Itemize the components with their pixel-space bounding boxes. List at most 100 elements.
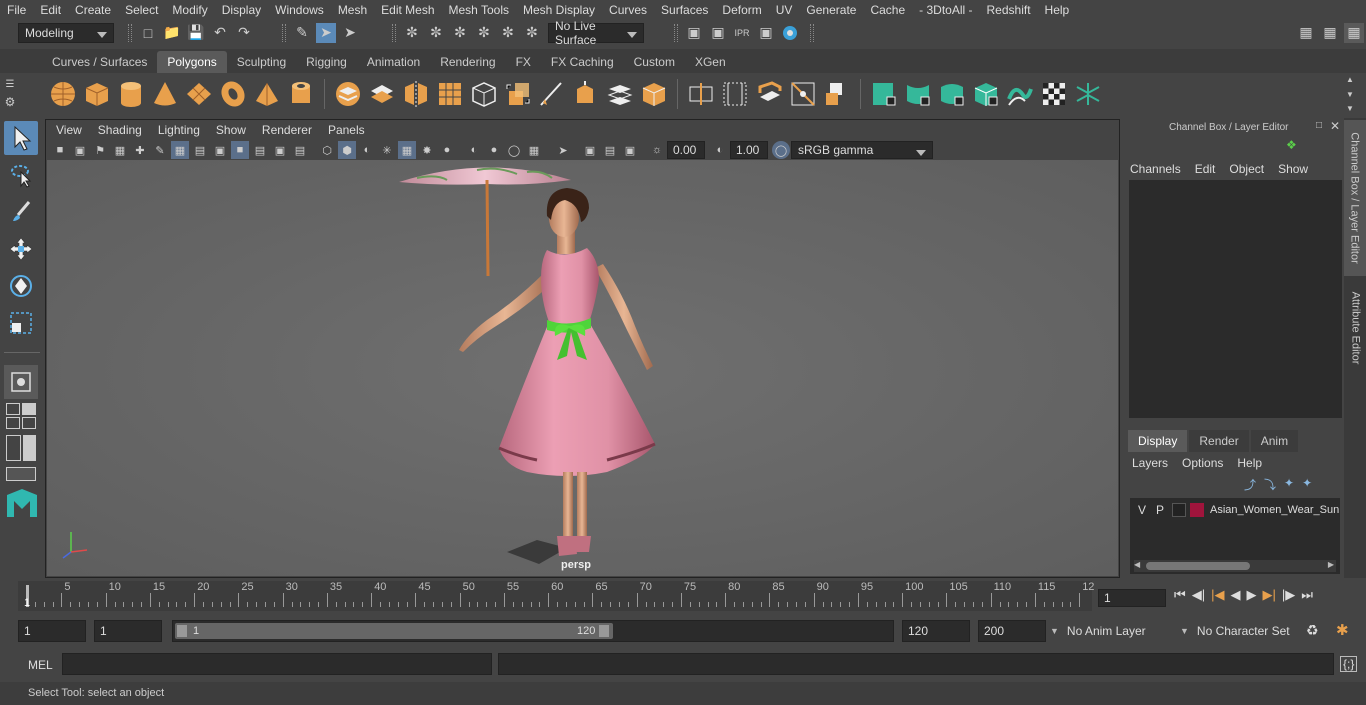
current-frame-field[interactable]: 1 (1098, 589, 1166, 607)
time-slider[interactable]: 5 10 15 20 25 30 35 40 45 50 55 60 65 70 75 80 85 90 95 100… (0, 581, 1366, 613)
move-tool-icon[interactable] (4, 232, 38, 266)
field-chart-icon[interactable]: ▤ (251, 141, 269, 159)
menu-edit-mesh[interactable]: Edit Mesh (374, 3, 441, 17)
depth-of-field-icon[interactable]: ▦ (525, 141, 543, 159)
xray-joints-icon[interactable]: ▤ (601, 141, 619, 159)
menu-generate[interactable]: Generate (799, 3, 863, 17)
poly-cone-icon[interactable] (150, 79, 180, 109)
snap-surface-icon[interactable]: ✼ (498, 23, 518, 43)
gate-mask-icon[interactable]: ■ (231, 141, 249, 159)
scroll-thumb[interactable] (1146, 562, 1250, 570)
layer-visibility-toggle[interactable]: V (1134, 503, 1150, 517)
layer-menu-options[interactable]: Options (1182, 456, 1223, 470)
layer-row[interactable]: V P Asian_Women_Wear_Sun (1130, 500, 1340, 520)
channel-box-dots-icon[interactable]: ❖ (1286, 138, 1297, 152)
poly-pipe-icon[interactable] (286, 79, 316, 109)
open-scene-icon[interactable]: 📁 (162, 23, 182, 43)
viewport-menu-view[interactable]: View (48, 123, 90, 137)
range-left-grip[interactable] (177, 625, 187, 637)
shelf-menu-icon[interactable]: ☰ (6, 79, 15, 90)
lasso-tool-icon[interactable] (4, 158, 38, 192)
scroll-right-icon[interactable]: ▶ (1328, 560, 1334, 569)
grid-toggle-icon[interactable]: ▦ (171, 141, 189, 159)
insert-edge-loop-icon[interactable] (686, 79, 716, 109)
new-scene-icon[interactable]: □ (138, 23, 158, 43)
poly-plane-icon[interactable] (184, 79, 214, 109)
render-frame-icon[interactable]: ▣ (708, 23, 728, 43)
step-forward-key-icon[interactable]: |▶ (1282, 587, 1295, 603)
snap-live-icon[interactable]: ✼ (522, 23, 542, 43)
menu-surfaces[interactable]: Surfaces (654, 3, 715, 17)
layer-color-swatch[interactable] (1190, 503, 1204, 517)
slide-edge-icon[interactable] (788, 79, 818, 109)
command-input[interactable] (62, 653, 492, 675)
motion-blur-icon[interactable]: ● (485, 141, 503, 159)
shelf-tab-custom[interactable]: Custom (624, 51, 685, 73)
shelf-tab-fx-caching[interactable]: FX Caching (541, 51, 624, 73)
playback-end-field[interactable]: 120 (902, 620, 970, 642)
snap-curve-icon[interactable]: ✼ (426, 23, 446, 43)
layer-display-type-toggle[interactable] (1172, 503, 1186, 517)
character-set-dropdown[interactable]: ▼ No Character Set (1180, 620, 1302, 642)
menu-uv[interactable]: UV (769, 3, 800, 17)
uv-editor-icon[interactable] (869, 79, 899, 109)
shelf-tab-animation[interactable]: Animation (357, 51, 430, 73)
tab-attribute-editor[interactable]: Attribute Editor (1344, 282, 1366, 374)
shelf-settings-icon[interactable]: ⚙ (5, 95, 16, 109)
layer-tab-render[interactable]: Render (1189, 430, 1249, 452)
shelf-scroll[interactable]: ▲ ▼ ▼ (1340, 75, 1360, 113)
sew-uv-icon[interactable] (1005, 79, 1035, 109)
isolate-select-icon[interactable]: ➤ (554, 141, 572, 159)
shelf-scroll-menu-icon[interactable]: ▼ (1346, 104, 1354, 113)
menu-file[interactable]: File (0, 3, 33, 17)
redo-icon[interactable]: ↷ (234, 23, 254, 43)
select-component-icon[interactable]: ➤ (340, 23, 360, 43)
workspace-icon[interactable]: ▦ (1296, 23, 1316, 43)
shelf-tab-curves-surfaces[interactable]: Curves / Surfaces (42, 51, 157, 73)
append-polygon-icon[interactable] (720, 79, 750, 109)
all-lights-icon[interactable]: ✸ (418, 141, 436, 159)
layer-tab-display[interactable]: Display (1128, 430, 1188, 452)
tab-channel-box-layer-editor[interactable]: Channel Box / Layer Editor (1344, 120, 1366, 276)
menu-mesh-tools[interactable]: Mesh Tools (442, 3, 516, 17)
undo-icon[interactable]: ↶ (210, 23, 230, 43)
scene-3d-view[interactable]: persp (47, 160, 1118, 576)
scale-tool-icon[interactable] (4, 306, 38, 340)
color-space-dropdown[interactable]: sRGB gamma (791, 141, 933, 159)
menu-mesh-display[interactable]: Mesh Display (516, 3, 602, 17)
bevel-icon[interactable] (571, 79, 601, 109)
step-forward-frame-icon[interactable]: ▶| (1262, 587, 1275, 603)
grease-pencil-icon[interactable]: ✎ (151, 141, 169, 159)
viewport-menu-show[interactable]: Show (208, 123, 254, 137)
menu-windows[interactable]: Windows (268, 3, 331, 17)
planar-map-icon[interactable] (903, 79, 933, 109)
layer-list-scrollbar[interactable]: ◀ ▶ (1134, 560, 1336, 572)
smooth-shade-icon[interactable]: ⬢ (338, 141, 356, 159)
layout-icon[interactable]: ▦ (1344, 22, 1364, 43)
menu-curves[interactable]: Curves (602, 3, 654, 17)
poly-sphere-icon[interactable] (48, 79, 78, 109)
safe-action-icon[interactable]: ▣ (271, 141, 289, 159)
render-view-icon[interactable]: ▣ (684, 23, 704, 43)
color-management-icon[interactable]: ◯ (772, 141, 790, 159)
anti-aliasing-icon[interactable]: ◯ (505, 141, 523, 159)
panel-float-icon[interactable]: □ (1316, 120, 1322, 131)
layer-playback-toggle[interactable]: P (1152, 503, 1168, 517)
film-gate-icon[interactable]: ▤ (191, 141, 209, 159)
shelf-menu-handle[interactable]: ☰ ⚙ (0, 76, 20, 112)
sidebar-toggle-icon[interactable]: ▦ (1320, 23, 1340, 43)
range-right-grip[interactable] (599, 625, 609, 637)
shelf-tab-polygons[interactable]: Polygons (157, 51, 227, 73)
checker-map-icon[interactable] (1039, 79, 1069, 109)
image-plane-icon[interactable]: ▦ (111, 141, 129, 159)
smooth-icon[interactable] (435, 79, 465, 109)
fill-hole-icon[interactable] (754, 79, 784, 109)
menu-deform[interactable]: Deform (715, 3, 768, 17)
unfold-icon[interactable] (1073, 79, 1103, 109)
channel-box-list[interactable] (1129, 180, 1342, 418)
new-layer-selected-icon[interactable]: ✦ (1302, 476, 1312, 493)
shelf-tab-rendering[interactable]: Rendering (430, 51, 505, 73)
ambient-occlusion-icon[interactable]: ◐ (465, 141, 483, 159)
move-layer-down-icon[interactable]: ⤵ (1264, 476, 1276, 493)
new-layer-icon[interactable]: ✦ (1284, 476, 1294, 493)
